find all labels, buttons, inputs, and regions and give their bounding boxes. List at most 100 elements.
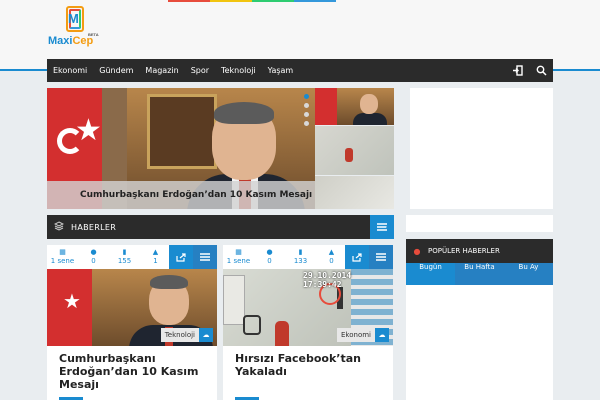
portrait-hair bbox=[214, 102, 274, 124]
stat-likes[interactable]: ▲ 1 bbox=[140, 245, 171, 269]
calendar-icon: ▦ bbox=[59, 248, 66, 256]
thumbnail-1[interactable] bbox=[315, 88, 394, 125]
slider-dot-2[interactable] bbox=[304, 103, 309, 108]
stat-views-value: 155 bbox=[117, 257, 132, 265]
card-image[interactable]: 29.10.2014 17:39:42 Ekonomi ☁ bbox=[223, 269, 393, 346]
nav-item-teknoloji[interactable]: Teknoloji bbox=[215, 59, 262, 82]
category-badge[interactable]: Teknoloji ☁ bbox=[160, 328, 213, 342]
thumbs-up-icon: ▲ bbox=[152, 248, 159, 256]
comment-icon: ● bbox=[90, 248, 97, 256]
stat-likes-value: 1 bbox=[153, 257, 158, 265]
card-title[interactable]: Hırsızı Facebook’tan Yakaladı bbox=[235, 352, 385, 378]
calendar-icon: ▦ bbox=[235, 248, 242, 256]
clipped-side-text: Ar Alı Re bbox=[386, 215, 394, 238]
slider-dot-1[interactable] bbox=[304, 94, 309, 99]
nav-item-yasam[interactable]: Yaşam bbox=[262, 59, 300, 82]
thumbnail-3[interactable] bbox=[315, 176, 394, 209]
stat-likes-value: 0 bbox=[329, 257, 334, 265]
category-badge[interactable]: Ekonomi ☁ bbox=[337, 328, 389, 342]
card-image[interactable]: ★ Teknoloji ☁ bbox=[47, 269, 217, 346]
popular-news-title: POPÜLER HABERLER bbox=[428, 247, 500, 255]
nav-item-gundem[interactable]: Gündem bbox=[93, 59, 139, 82]
stat-views: ▮ 155 bbox=[109, 245, 140, 269]
color-stripe bbox=[0, 0, 600, 2]
hamburger-icon bbox=[200, 253, 210, 261]
slider-thumbnails bbox=[315, 88, 394, 209]
portrait-hair bbox=[150, 275, 188, 289]
star-icon: ★ bbox=[63, 289, 81, 313]
share-icon bbox=[176, 252, 186, 262]
popular-tabs: Bugün Bu Hafta Bu Ay bbox=[406, 263, 553, 285]
bar-chart-icon: ▮ bbox=[122, 248, 127, 256]
login-icon[interactable] bbox=[505, 59, 529, 82]
tab-this-month[interactable]: Bu Ay bbox=[504, 263, 553, 285]
popular-news-header: ● POPÜLER HABERLER bbox=[406, 239, 553, 263]
person-figure bbox=[275, 321, 289, 346]
stat-likes[interactable]: ▲ 0 bbox=[316, 245, 347, 269]
cctv-timestamp: 29.10.2014 17:39:42 bbox=[303, 271, 352, 289]
star-icon: ★ bbox=[75, 113, 102, 148]
bar-chart-icon: ▮ bbox=[298, 248, 303, 256]
card-stats: ▦ 1 sene ● 0 ▮ 133 ▲ 0 bbox=[223, 245, 347, 269]
cloud-icon: ☁ bbox=[375, 328, 389, 342]
thumbnail-1-face bbox=[360, 94, 378, 114]
site-logo[interactable]: M MaxiCep BETA bbox=[48, 6, 108, 50]
news-section-header: HABERLER bbox=[47, 215, 370, 239]
card-actions bbox=[169, 245, 217, 269]
store-door bbox=[223, 275, 245, 325]
comment-icon: ● bbox=[266, 248, 273, 256]
tab-this-week[interactable]: Bu Hafta bbox=[455, 263, 504, 285]
card-stats: ▦ 1 sene ● 0 ▮ 155 ▲ 1 bbox=[47, 245, 171, 269]
slider-dots bbox=[304, 94, 309, 126]
card-menu-button[interactable] bbox=[369, 245, 393, 269]
featured-slider[interactable]: ★ Cumhurbaşkanı Erdoğan’dan 10 Kasım Mes… bbox=[47, 88, 315, 209]
stat-comments: ● 0 bbox=[78, 245, 109, 269]
nav-item-spor[interactable]: Spor bbox=[185, 59, 215, 82]
stat-comments-value: 0 bbox=[267, 257, 272, 265]
stat-date-value: 1 sene bbox=[50, 257, 75, 265]
news-section-title: HABERLER bbox=[71, 222, 117, 232]
category-label: Teknoloji bbox=[160, 328, 199, 342]
portrait-frame bbox=[147, 94, 217, 169]
thumbnail-1-suit bbox=[353, 113, 387, 125]
logo-beta: BETA bbox=[88, 32, 99, 37]
stat-views-value: 133 bbox=[293, 257, 308, 265]
logo-text-maxi: Maxi bbox=[48, 35, 73, 47]
logo-mark: M bbox=[68, 11, 79, 26]
stat-date: ▦ 1 sene bbox=[47, 245, 78, 269]
record-icon: ● bbox=[413, 246, 421, 256]
search-icon[interactable] bbox=[529, 59, 553, 82]
stat-date: ▦ 1 sene bbox=[223, 245, 254, 269]
stat-comments: ● 0 bbox=[254, 245, 285, 269]
share-icon bbox=[352, 252, 362, 262]
card-actions bbox=[345, 245, 393, 269]
slider-dot-4[interactable] bbox=[304, 121, 309, 126]
thumbs-up-icon: ▲ bbox=[328, 248, 335, 256]
store-chair bbox=[243, 315, 261, 335]
tab-today[interactable]: Bugün bbox=[406, 263, 455, 285]
thumbnail-2-person bbox=[345, 148, 353, 162]
slide-caption[interactable]: Cumhurbaşkanı Erdoğan’dan 10 Kasım Mesaj… bbox=[47, 181, 315, 209]
nav-actions bbox=[505, 59, 553, 82]
thumbnail-2[interactable] bbox=[315, 126, 394, 175]
nav-item-magazin[interactable]: Magazin bbox=[139, 59, 184, 82]
cloud-icon: ☁ bbox=[199, 328, 213, 342]
card-title[interactable]: Cumhurbaşkanı Erdoğan’dan 10 Kasım Mesaj… bbox=[59, 352, 209, 391]
main-nav: Ekonomi Gündem Magazin Spor Teknoloji Ya… bbox=[47, 59, 553, 82]
news-card[interactable]: ▦ 1 sene ● 0 ▮ 133 ▲ 0 29.10.2014 17:39:42 E… bbox=[223, 245, 393, 400]
hamburger-icon bbox=[376, 253, 386, 261]
stat-date-value: 1 sene bbox=[226, 257, 251, 265]
category-label: Ekonomi bbox=[337, 328, 375, 342]
stat-comments-value: 0 bbox=[91, 257, 96, 265]
sidebar-box bbox=[406, 215, 553, 232]
share-button[interactable] bbox=[169, 245, 193, 269]
card-menu-button[interactable] bbox=[193, 245, 217, 269]
slider-dot-3[interactable] bbox=[304, 112, 309, 117]
flag-image: ★ bbox=[47, 269, 92, 346]
nav-item-ekonomi[interactable]: Ekonomi bbox=[47, 59, 93, 82]
popular-news-list bbox=[406, 285, 553, 400]
layers-icon bbox=[47, 220, 71, 234]
news-card[interactable]: ▦ 1 sene ● 0 ▮ 155 ▲ 1 ★ Teknoloji ☁ Cumhurb… bbox=[47, 245, 217, 400]
logo-text: MaxiCep bbox=[48, 35, 93, 47]
share-button[interactable] bbox=[345, 245, 369, 269]
